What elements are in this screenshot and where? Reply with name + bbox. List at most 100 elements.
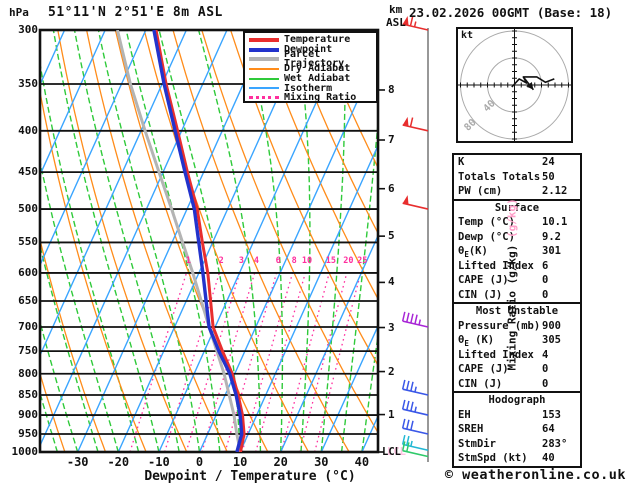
table-row-label: θE (K) xyxy=(458,334,495,349)
table-row-label: Pressure (mb) xyxy=(458,319,541,332)
table-row-value: 10.1 xyxy=(542,216,568,228)
table-row-label: Totals Totals xyxy=(458,170,541,183)
pressure-label: 800 xyxy=(18,366,38,380)
table-row-value: 0 xyxy=(542,377,549,390)
wind-barb xyxy=(401,399,429,416)
altitude-axis-unit-asl: ASL xyxy=(386,16,406,29)
pressure-label: 750 xyxy=(18,344,38,358)
table-row-label: EH xyxy=(458,408,471,421)
table-row: PW (cm) 2.12 xyxy=(454,184,580,199)
wind-barb xyxy=(401,434,429,452)
pressure-label: 350 xyxy=(18,77,38,91)
temperature-tick-label: 30 xyxy=(314,455,329,469)
km-tick-label: 6 xyxy=(388,181,395,195)
table-row: K 24 xyxy=(454,155,580,170)
dry-adiabat-line xyxy=(576,30,629,452)
table-row-value: 24 xyxy=(542,156,555,168)
table-row: SREH 64 xyxy=(454,422,580,437)
temperature-tick-label: 40 xyxy=(354,455,370,469)
wind-barb xyxy=(401,379,429,396)
km-tick-label: 8 xyxy=(388,82,395,96)
table-row-value: 40 xyxy=(542,452,555,464)
table-row-label: StmDir xyxy=(458,437,496,450)
pressure-label: 950 xyxy=(18,427,38,440)
temperature-tick-label: -30 xyxy=(66,455,89,469)
km-tick-label: 7 xyxy=(388,133,395,146)
legend-item: Mixing Ratio xyxy=(249,93,376,103)
table-row-label: CIN (J) xyxy=(458,377,503,390)
table-row: StmSpd (kt) 40 xyxy=(454,451,580,466)
table-row-value: 305 xyxy=(542,334,561,346)
table-row-label: SREH xyxy=(458,423,484,435)
table-section: Hodograph EH 153 SREH 64 StmDir 283° StmSpd (kt… xyxy=(454,391,580,466)
table-row-value: 9.2 xyxy=(542,230,561,243)
credit-link[interactable]: © weatheronline.co.uk xyxy=(445,467,626,483)
pressure-label: 450 xyxy=(18,165,38,179)
legend-item-label: Mixing Ratio xyxy=(284,92,357,104)
pressure-axis-unit: hPa xyxy=(9,6,29,19)
table-section-header: Hodograph xyxy=(488,394,546,406)
table-row-label: Lifted Index xyxy=(458,348,534,361)
mixing-ratio-line xyxy=(224,272,278,452)
table-row-label: CAPE (J) xyxy=(458,363,509,375)
pressure-label: 900 xyxy=(18,408,38,422)
mixing-ratio-line xyxy=(185,272,241,452)
table-section: K 24 Totals Totals 50 PW (cm) 2.12 xyxy=(454,155,580,199)
table-row-value: 283° xyxy=(542,437,568,450)
temperature-tick-label: 10 xyxy=(232,455,248,469)
table-row-label: StmSpd (kt) xyxy=(458,452,528,464)
table-row: Totals Totals 50 xyxy=(454,170,580,185)
legend-box: Temperature Dewpoint Parcel Trajectory Dry … xyxy=(243,31,378,103)
dry-adiabat-line xyxy=(605,30,629,452)
table-row-value: 6 xyxy=(542,259,549,272)
temperature-tick-label: 20 xyxy=(273,455,288,469)
table-row-value: 0 xyxy=(542,288,549,301)
mixing-ratio-axis-label: Mixing Ratio (g/kg) (g/kg) xyxy=(506,198,519,370)
table-row-label: PW (cm) xyxy=(458,185,503,197)
temperature-tick-label: -20 xyxy=(107,455,130,469)
legend-item-label: Temperature xyxy=(284,34,351,46)
table-row-label: Lifted Index xyxy=(458,259,534,272)
mixing-ratio-value-label: 15 xyxy=(325,256,337,267)
wind-barb xyxy=(401,311,429,328)
altitude-axis-unit-km: km xyxy=(389,3,403,16)
pressure-label: 500 xyxy=(18,202,38,216)
mixing-ratio-axis-ghost: (g/kg) xyxy=(505,198,519,245)
wet-adiabat-swatch-icon xyxy=(249,77,279,80)
dry-adiabat-swatch-icon xyxy=(249,67,279,70)
mixing-ratio-value-label: 2 xyxy=(218,256,224,267)
temperature-swatch-icon xyxy=(249,37,279,42)
table-row-value: 301 xyxy=(542,245,561,257)
km-tick-label: 1 xyxy=(388,407,395,421)
parcel-trajectory-swatch-icon xyxy=(249,57,279,62)
wet-adiabat-line xyxy=(40,59,140,452)
table-row-value: 4 xyxy=(542,348,549,361)
table-row-value: 2.12 xyxy=(542,185,568,197)
temperature-tick-label: -10 xyxy=(148,455,170,469)
table-row-label: Temp (°C) xyxy=(458,216,515,228)
legend-item: Wet Adiabat xyxy=(249,74,376,84)
mixing-ratio-value-label: 3 xyxy=(238,256,245,267)
table-row-value: 64 xyxy=(542,423,555,435)
table-row: StmDir 283° xyxy=(454,437,580,452)
wind-barb xyxy=(402,116,429,132)
mixing-ratio-value-label: 10 xyxy=(301,256,313,267)
km-tick-label: 3 xyxy=(388,320,395,334)
pressure-label: 300 xyxy=(18,23,38,36)
legend-item-label: Wet Adiabat xyxy=(284,73,351,85)
table-row-value: 0 xyxy=(542,274,549,286)
km-tick-label: 2 xyxy=(388,364,395,378)
sounding-page: { "header": { "pressure_unit": "hPa", "t… xyxy=(0,0,629,486)
pressure-label: 1000 xyxy=(11,444,39,458)
mixing-ratio-value-label: 6 xyxy=(275,256,281,267)
temperature-axis-label: Dewpoint / Temperature (°C) xyxy=(144,469,356,484)
pressure-label: 600 xyxy=(18,265,38,279)
pressure-label: 400 xyxy=(18,123,38,137)
sounding-curves xyxy=(115,30,246,452)
mixing-ratio-line xyxy=(280,272,330,452)
mixing-ratio-value-label: 1 xyxy=(185,256,191,267)
wet-adiabat-line xyxy=(73,30,180,452)
mixing-ratio-value-label: 25 xyxy=(357,256,368,267)
mixing-ratio-value-label: 4 xyxy=(253,256,259,267)
station-title: 51°11'N 2°51'E 8m ASL xyxy=(48,5,223,20)
